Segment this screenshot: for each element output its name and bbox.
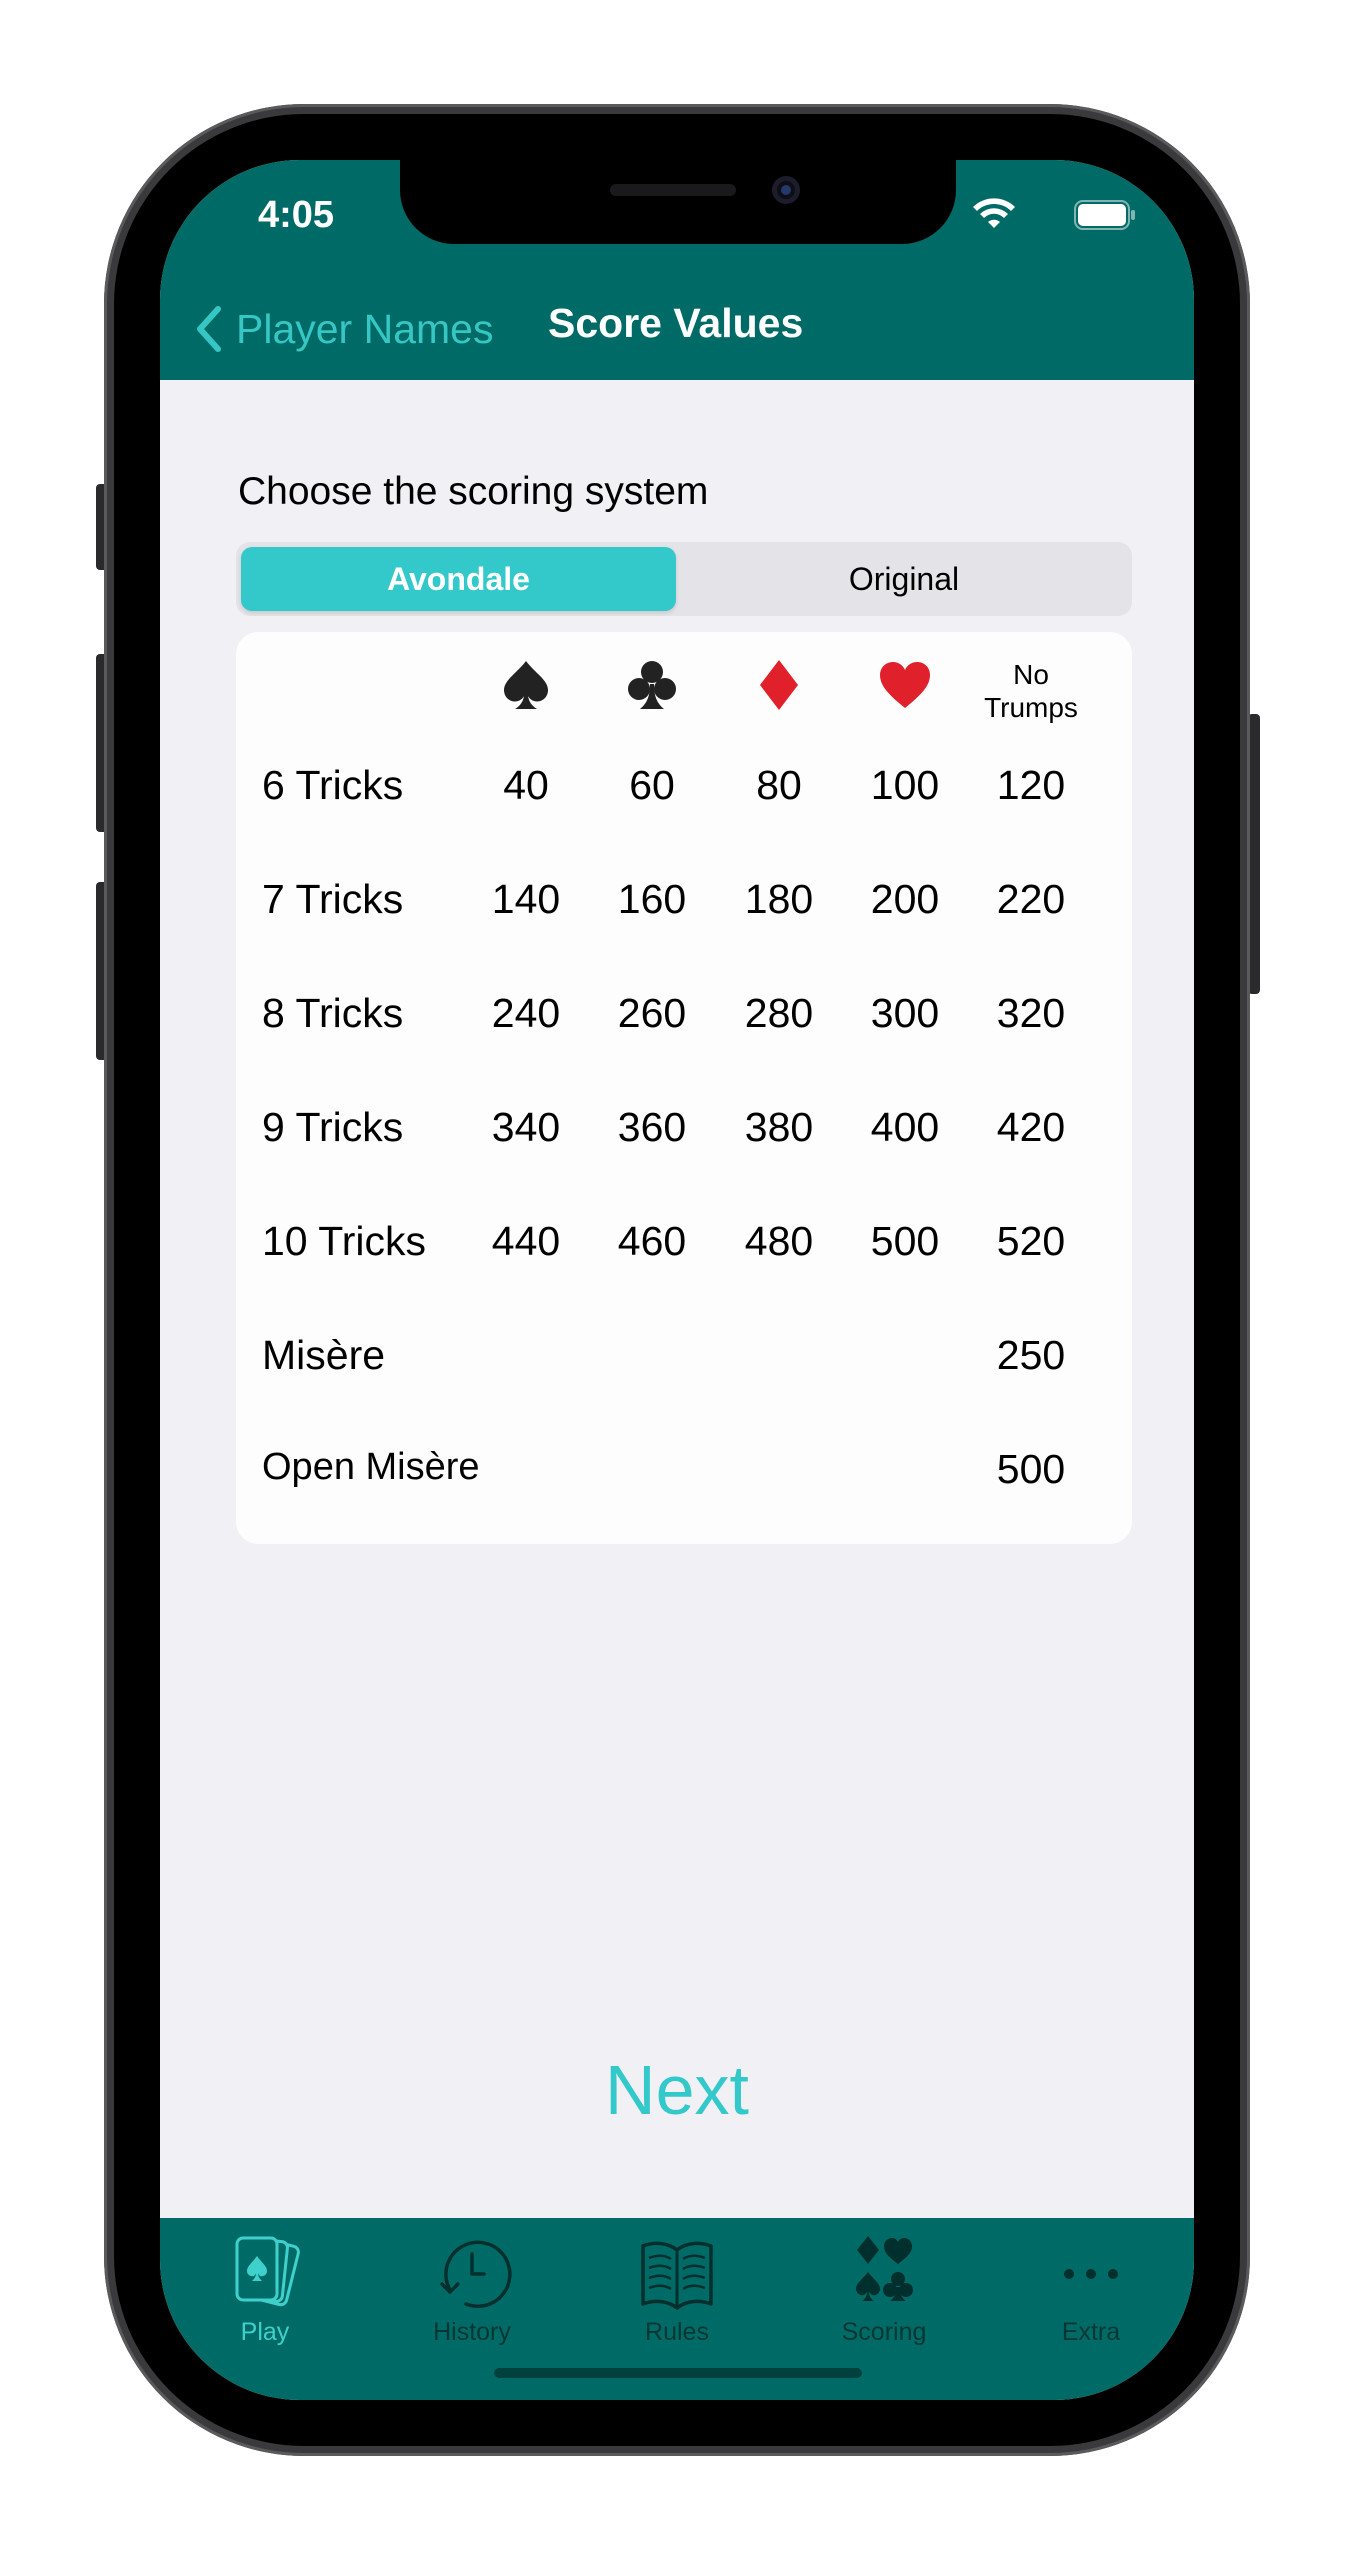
tab-history[interactable]: History <box>382 2232 562 2346</box>
cell-no-trumps: 320 <box>996 990 1066 1036</box>
cell-no-trumps: 250 <box>996 1332 1066 1378</box>
cell-no-trumps: 420 <box>996 1104 1066 1150</box>
more-icon <box>1064 2269 1118 2279</box>
row-label: Misère <box>262 1332 386 1378</box>
cell-club: 460 <box>617 1218 687 1264</box>
cell-club: 160 <box>617 876 687 922</box>
history-icon <box>440 2240 512 2308</box>
row-label: 8 Tricks <box>262 990 404 1036</box>
spade-icon <box>476 654 576 716</box>
row-label: Open Misère <box>262 1446 480 1488</box>
no-trumps-header: No Trumps <box>956 658 1106 724</box>
tab-extra[interactable]: Extra <box>1001 2232 1181 2346</box>
chevron-left-icon <box>197 306 221 352</box>
row-label: 10 Tricks <box>262 1218 427 1264</box>
cell-club: 360 <box>617 1104 687 1150</box>
cell-spade: 240 <box>491 990 561 1036</box>
cell-diamond: 80 <box>756 762 802 808</box>
tab-play-label: Play <box>240 2318 290 2346</box>
wifi-icon <box>973 198 1015 228</box>
suits-icon <box>856 2236 913 2301</box>
camera-icon <box>772 176 800 204</box>
tab-rules-label: Rules <box>645 2318 709 2346</box>
scoring-prompt: Choose the scoring system <box>238 470 709 513</box>
no-trumps-line2: Trumps <box>984 692 1078 723</box>
page-title: Score Values <box>548 300 804 346</box>
cell-heart: 400 <box>870 1104 940 1150</box>
row-label: 7 Tricks <box>262 876 404 922</box>
cell-heart: 100 <box>870 762 940 808</box>
no-trumps-line1: No <box>1013 659 1049 690</box>
tab-history-label: History <box>433 2318 511 2346</box>
diamond-icon <box>729 654 829 716</box>
back-button-label: Player Names <box>236 305 494 352</box>
cell-club: 260 <box>617 990 687 1036</box>
cell-diamond: 380 <box>744 1104 814 1150</box>
segment-original[interactable]: Original <box>681 547 1127 611</box>
cell-spade: 440 <box>491 1218 561 1264</box>
cell-diamond: 180 <box>744 876 814 922</box>
cell-no-trumps: 220 <box>996 876 1066 922</box>
speaker-grille <box>610 184 736 196</box>
heart-icon <box>855 654 955 716</box>
tab-scoring[interactable]: Scoring <box>794 2232 974 2346</box>
score-table: No Trumps 6 Tricks 40 60 80 100 120 7 Tr… <box>236 632 1132 1544</box>
cell-spade: 340 <box>491 1104 561 1150</box>
cell-spade: 40 <box>503 762 549 808</box>
status-time: 4:05 <box>258 194 335 236</box>
battery-icon <box>1074 200 1135 230</box>
cell-club: 60 <box>629 762 675 808</box>
cell-heart: 500 <box>870 1218 940 1264</box>
cell-heart: 300 <box>870 990 940 1036</box>
cell-no-trumps: 520 <box>996 1218 1066 1264</box>
book-icon <box>641 2241 713 2310</box>
cards-icon <box>235 2236 300 2307</box>
row-label: 6 Tricks <box>262 762 404 808</box>
cell-no-trumps: 120 <box>996 762 1066 808</box>
cell-diamond: 480 <box>744 1218 814 1264</box>
notch <box>400 160 956 244</box>
phone-screen: 4:05 Player Names Score Values Choose th… <box>160 160 1194 2400</box>
club-icon <box>602 654 702 716</box>
home-indicator[interactable] <box>494 2368 862 2378</box>
next-button[interactable]: Next <box>160 2050 1194 2130</box>
tab-rules[interactable]: Rules <box>587 2232 767 2346</box>
cell-heart: 200 <box>870 876 940 922</box>
tab-play[interactable]: Play <box>175 2232 355 2346</box>
cell-no-trumps: 500 <box>996 1446 1066 1492</box>
segment-avondale[interactable]: Avondale <box>241 547 676 611</box>
cell-diamond: 280 <box>744 990 814 1036</box>
scoring-system-segmented-control: Avondale Original <box>236 542 1132 616</box>
row-label: 9 Tricks <box>262 1104 404 1150</box>
back-button[interactable]: Player Names <box>196 302 493 356</box>
tab-scoring-label: Scoring <box>841 2318 927 2346</box>
cell-spade: 140 <box>491 876 561 922</box>
tab-extra-label: Extra <box>1061 2318 1121 2346</box>
